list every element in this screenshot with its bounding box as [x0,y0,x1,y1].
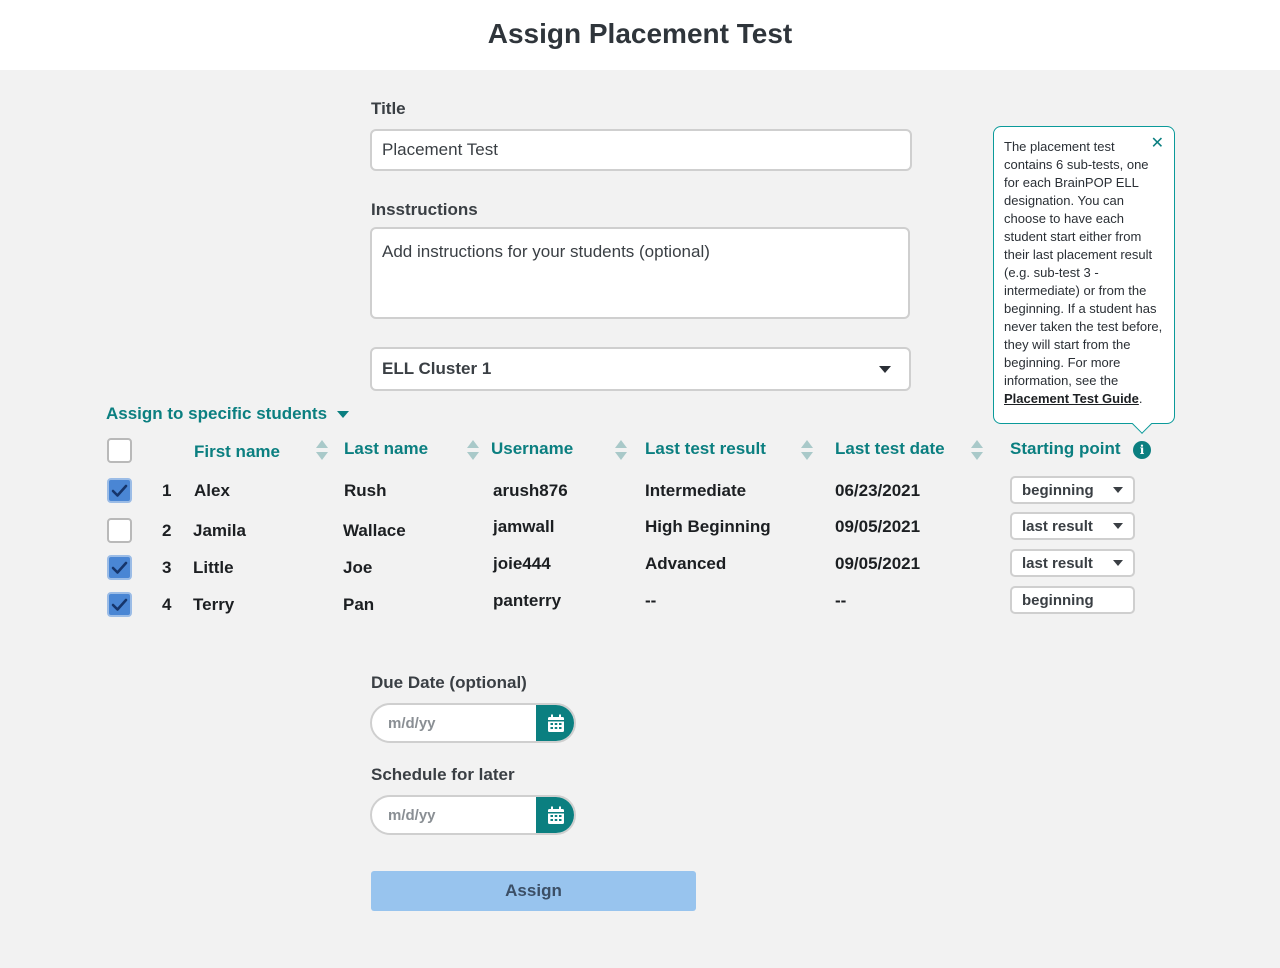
calendar-icon [548,806,564,824]
cluster-select[interactable]: ELL Cluster 1 [370,347,911,391]
header-starting-point: Starting point [1010,439,1121,458]
sort-icon[interactable] [801,440,813,460]
tooltip-arrow [1132,414,1152,434]
calendar-icon [548,714,564,732]
tooltip-suffix: . [1138,391,1143,406]
instructions-textarea[interactable]: Add instructions for your students (opti… [370,227,910,319]
chevron-down-icon [1113,487,1123,493]
page-title: Assign Placement Test [487,18,793,49]
header-last-name[interactable]: Last name [344,439,428,459]
cell-last-name: Rush [344,481,387,500]
checkmark-icon [111,561,128,574]
schedule-date-placeholder: m/d/yy [388,806,436,824]
due-date-placeholder: m/d/yy [388,714,436,732]
cluster-select-value: ELL Cluster 1 [382,359,492,378]
schedule-date-field[interactable]: m/d/yy [370,795,576,835]
schedule-label: Schedule for later [371,765,515,784]
starting-point-value: last result [1022,517,1093,535]
assign-specific-label: Assign to specific students [106,404,328,423]
chevron-down-icon [1113,523,1123,529]
calendar-button[interactable] [536,797,574,833]
cell-last-name: Joe [343,558,373,577]
row-index: 4 [162,595,172,614]
cell-first-name: Little [193,558,234,577]
cell-last-date: -- [835,591,847,610]
sort-icon[interactable] [615,440,627,460]
checkmark-icon [111,484,128,497]
starting-point-value: last result [1022,554,1093,572]
sort-icon[interactable] [971,440,983,460]
sort-icon[interactable] [467,440,479,460]
cell-last-name: Wallace [343,521,406,540]
page-header: Assign Placement Test [0,0,1280,70]
title-input-value: Placement Test [382,140,498,159]
cell-username: arush876 [493,481,568,500]
starting-point-select[interactable]: last result [1010,512,1135,540]
cell-last-name: Pan [343,595,375,614]
checkmark-icon [111,598,128,611]
tooltip-text: The placement test contains 6 sub-tests,… [1004,139,1163,388]
row-checkbox[interactable] [107,592,132,617]
cell-last-date: 09/05/2021 [835,517,921,536]
cell-last-date: 09/05/2021 [835,554,921,573]
row-index: 3 [162,558,172,577]
header-last-test-date[interactable]: Last test date [835,439,945,459]
calendar-button[interactable] [536,705,574,741]
chevron-down-icon [879,365,891,373]
header-first-name[interactable]: First name [194,442,280,462]
cell-last-result: -- [645,591,657,610]
row-index: 2 [162,521,172,540]
instructions-label: Insstructions [371,200,478,219]
sort-icon[interactable] [316,440,328,460]
cell-last-result: High Beginning [645,517,771,536]
cell-last-result: Advanced [645,554,727,573]
title-label: Title [371,99,406,118]
cell-username: panterry [493,591,562,610]
cell-first-name: Jamila [193,521,246,540]
cell-username: jamwall [493,517,555,536]
cell-username: joie444 [493,554,551,573]
starting-point-select[interactable]: beginning [1010,476,1135,504]
row-index: 1 [162,481,172,500]
assign-specific-toggle[interactable]: Assign to specific students [106,404,350,424]
info-icon[interactable]: i [1133,441,1151,459]
header-username[interactable]: Username [491,439,573,459]
placement-guide-link[interactable]: Placement Test Guide [1004,391,1139,406]
cell-last-date: 06/23/2021 [835,481,921,500]
row-checkbox[interactable] [107,518,132,543]
title-input[interactable]: Placement Test [370,129,912,171]
starting-point-value: beginning [1022,481,1094,499]
starting-point-select[interactable]: last result [1010,549,1135,577]
instructions-placeholder: Add instructions for your students (opti… [382,242,710,261]
cell-first-name: Terry [193,595,235,614]
due-date-label: Due Date (optional) [371,673,527,692]
close-icon[interactable]: ✕ [1151,135,1164,153]
assign-button[interactable]: Assign [371,871,696,911]
starting-point-tooltip: ✕ The placement test contains 6 sub-test… [993,126,1175,434]
chevron-down-icon [337,410,350,418]
row-checkbox[interactable] [107,478,132,503]
due-date-field[interactable]: m/d/yy [370,703,576,743]
row-checkbox[interactable] [107,555,132,580]
select-all-checkbox[interactable] [107,438,132,463]
chevron-down-icon [1113,560,1123,566]
cell-first-name: Alex [194,481,230,500]
starting-point-value: beginning [1022,591,1094,609]
header-last-test-result[interactable]: Last test result [645,439,766,459]
cell-last-result: Intermediate [645,481,747,500]
starting-point-select[interactable]: beginning [1010,586,1135,614]
